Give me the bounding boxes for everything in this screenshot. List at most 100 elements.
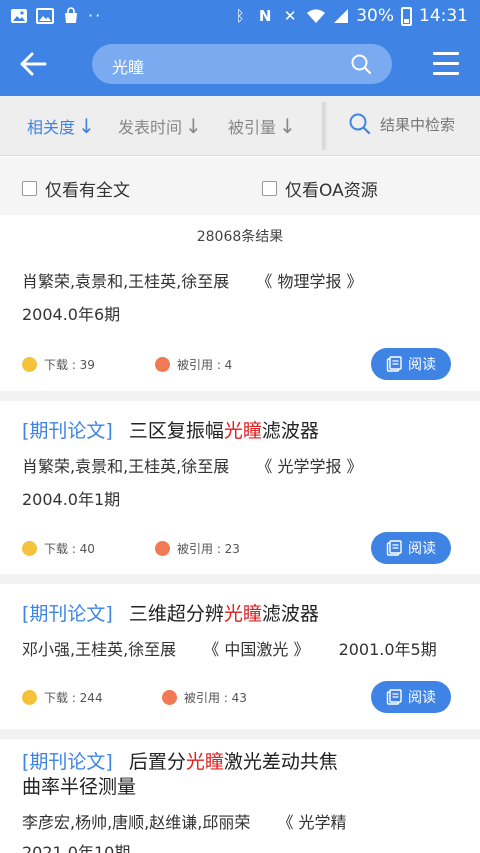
download-label: 下载 : 40 bbox=[44, 542, 95, 556]
battery-percent: 30% bbox=[356, 6, 394, 26]
title-part: 滤波器 bbox=[261, 603, 319, 625]
result-title[interactable]: [期刊论文] 后置分光瞳激光差动共焦 bbox=[22, 747, 338, 774]
cited-label: 被引用 : 4 bbox=[177, 358, 233, 372]
title-part: 三维超分辨 bbox=[128, 603, 224, 625]
search-icon bbox=[349, 113, 371, 135]
read-button[interactable]: 阅读 bbox=[371, 348, 451, 380]
result-authors-line: 肖繁荣,袁景和,王桂英,徐至展 《 物理学报 》 bbox=[22, 268, 363, 292]
notification-dots: ·· bbox=[88, 6, 103, 25]
title-part: 激光差动共焦 bbox=[223, 751, 338, 773]
download-count: 下载 : 39 bbox=[22, 356, 95, 373]
search-bar[interactable]: 光瞳 bbox=[92, 44, 392, 84]
result-year: 2021.0年10期 bbox=[22, 843, 131, 853]
result-type: [期刊论文] bbox=[22, 751, 113, 773]
result-item[interactable]: [期刊论文] 三维超分辨光瞳滤波器 邓小强,王桂英,徐至展 《 中国激光 》 20… bbox=[0, 584, 480, 739]
result-title[interactable]: [期刊论文] 三区复振幅光瞳滤波器 bbox=[22, 416, 319, 443]
cited-label: 被引用 : 23 bbox=[177, 542, 240, 556]
result-authors: 肖繁荣,袁景和,王桂英,徐至展 bbox=[22, 457, 230, 476]
image-icon bbox=[11, 9, 27, 23]
arrow-down-icon: ↓ bbox=[78, 114, 95, 138]
result-journal[interactable]: 《 物理学报 》 bbox=[256, 272, 362, 291]
result-type: [期刊论文] bbox=[22, 420, 113, 442]
title-highlight: 光瞳 bbox=[185, 751, 224, 773]
result-item[interactable]: [期刊论文] 后置分光瞳激光差动共焦 曲率半径测量 李彦宏,杨帅,唐顺,赵维谦,邱… bbox=[0, 739, 480, 853]
filter-bar: 仅看有全文 仅看OA资源 bbox=[0, 157, 480, 215]
result-authors: 李彦宏,杨帅,唐顺,赵维谦,邱丽荣 bbox=[22, 813, 251, 832]
back-arrow-icon[interactable] bbox=[18, 49, 48, 79]
wifi-icon bbox=[307, 9, 326, 23]
search-query[interactable]: 光瞳 bbox=[112, 54, 144, 78]
result-item[interactable]: 肖繁荣,袁景和,王桂英,徐至展 《 物理学报 》 2004.0年6期 下载 : … bbox=[0, 256, 480, 401]
result-journal[interactable]: 《 光学精 bbox=[277, 813, 346, 832]
sort-citations-label: 被引量 bbox=[228, 118, 277, 137]
result-year: 2004.0年1期 bbox=[22, 490, 121, 509]
result-authors: 肖繁荣,袁景和,王桂英,徐至展 bbox=[22, 272, 230, 291]
document-icon bbox=[386, 540, 402, 556]
oa-checkbox[interactable]: 仅看OA资源 bbox=[262, 176, 378, 201]
result-year: 2004.0年6期 bbox=[22, 305, 121, 324]
share-icon bbox=[155, 541, 170, 556]
title-highlight: 光瞳 bbox=[223, 420, 262, 442]
search-within-button[interactable]: 结果中检索 bbox=[348, 112, 455, 136]
sort-relevance-label: 相关度 bbox=[27, 118, 76, 137]
full-text-checkbox[interactable]: 仅看有全文 bbox=[22, 176, 130, 201]
status-bar: ·· ᛒ N ✕ 30% 14:31 bbox=[0, 0, 480, 33]
download-count: 下载 : 244 bbox=[22, 689, 103, 706]
checkbox-icon bbox=[22, 181, 37, 196]
download-label: 下载 : 39 bbox=[44, 358, 95, 372]
cited-label: 被引用 : 43 bbox=[184, 691, 247, 705]
status-left-icons: ·· bbox=[10, 7, 102, 25]
result-journal[interactable]: 《 光学学报 》 bbox=[256, 457, 362, 476]
result-authors-line: 李彦宏,杨帅,唐顺,赵维谦,邱丽荣 《 光学精 bbox=[22, 809, 347, 833]
full-text-label: 仅看有全文 bbox=[45, 181, 130, 201]
result-title[interactable]: [期刊论文] 三维超分辨光瞳滤波器 bbox=[22, 599, 319, 626]
download-icon bbox=[22, 690, 37, 705]
result-authors-line: 邓小强,王桂英,徐至展 《 中国激光 》 2001.0年5期 bbox=[22, 636, 437, 660]
title-part: 后置分 bbox=[128, 751, 186, 773]
result-type: [期刊论文] bbox=[22, 603, 113, 625]
result-journal[interactable]: 《 中国激光 》 bbox=[203, 640, 309, 659]
bag-icon bbox=[65, 7, 77, 23]
cited-count: 被引用 : 4 bbox=[155, 356, 232, 373]
clock: 14:31 bbox=[419, 6, 468, 26]
status-right: ᛒ N ✕ 30% 14:31 bbox=[231, 6, 468, 26]
sort-relevance[interactable]: 相关度 ↓ bbox=[27, 114, 95, 138]
result-list: 肖繁荣,袁景和,王桂英,徐至展 《 物理学报 》 2004.0年6期 下载 : … bbox=[0, 256, 480, 853]
read-label: 阅读 bbox=[408, 357, 436, 373]
read-label: 阅读 bbox=[408, 541, 436, 557]
checkbox-icon bbox=[262, 181, 277, 196]
result-authors-line: 肖繁荣,袁景和,王桂英,徐至展 《 光学学报 》 bbox=[22, 453, 363, 477]
nfc-icon: N bbox=[258, 7, 272, 25]
download-icon bbox=[22, 357, 37, 372]
mute-icon: ✕ bbox=[283, 7, 297, 25]
sort-publish-time-label: 发表时间 bbox=[118, 118, 183, 137]
read-button[interactable]: 阅读 bbox=[371, 532, 451, 564]
document-icon bbox=[386, 356, 402, 372]
arrow-down-icon: ↓ bbox=[185, 114, 202, 138]
sort-citations[interactable]: 被引量 ↓ bbox=[228, 114, 296, 138]
download-count: 下载 : 40 bbox=[22, 540, 95, 557]
search-icon[interactable] bbox=[350, 53, 372, 75]
gallery-icon bbox=[36, 8, 54, 24]
app-header: 光瞳 bbox=[0, 33, 480, 96]
result-title-line2[interactable]: 曲率半径测量 bbox=[22, 772, 136, 799]
bluetooth-icon: ᛒ bbox=[235, 7, 245, 25]
read-button[interactable]: 阅读 bbox=[371, 681, 451, 713]
menu-icon[interactable] bbox=[433, 52, 459, 76]
sort-publish-time[interactable]: 发表时间 ↓ bbox=[118, 114, 202, 138]
oa-label: 仅看OA资源 bbox=[285, 181, 378, 201]
signal-icon bbox=[334, 9, 349, 23]
result-count: 28068条结果 bbox=[0, 215, 480, 258]
share-icon bbox=[155, 357, 170, 372]
document-icon bbox=[386, 689, 402, 705]
title-highlight: 光瞳 bbox=[223, 603, 262, 625]
download-icon bbox=[22, 541, 37, 556]
result-item[interactable]: [期刊论文] 三区复振幅光瞳滤波器 肖繁荣,袁景和,王桂英,徐至展 《 光学学报 … bbox=[0, 401, 480, 584]
title-part: 滤波器 bbox=[261, 420, 319, 442]
read-label: 阅读 bbox=[408, 690, 436, 706]
share-icon bbox=[162, 690, 177, 705]
download-label: 下载 : 244 bbox=[44, 691, 103, 705]
result-year: 2001.0年5期 bbox=[338, 640, 437, 659]
battery-icon bbox=[401, 6, 412, 26]
sort-divider bbox=[322, 102, 325, 150]
